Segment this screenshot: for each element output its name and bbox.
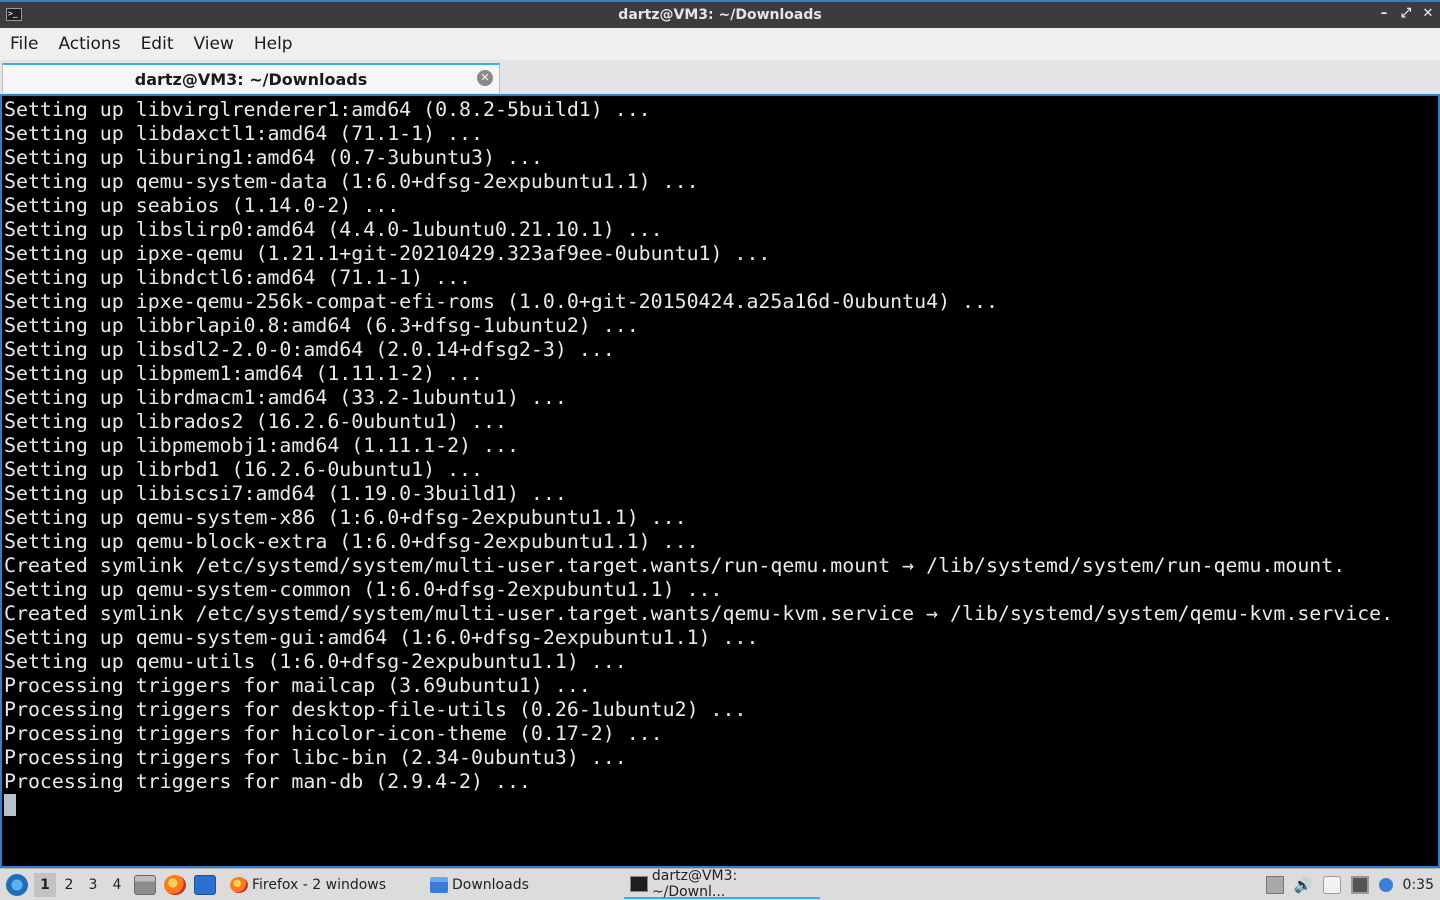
desktop-4-button[interactable]: 4 (106, 873, 128, 897)
terminal-line: Setting up libpmem1:amd64 (1.11.1-2) ... (4, 362, 484, 385)
window-titlebar[interactable]: >_ dartz@VM3: ~/Downloads – ⤢ ✕ (0, 0, 1440, 28)
window-title: dartz@VM3: ~/Downloads (618, 7, 822, 23)
show-desktop-icon[interactable] (194, 874, 216, 895)
folder-icon (430, 876, 448, 893)
terminal-line: Setting up seabios (1.14.0-2) ... (4, 194, 400, 217)
tab-close-icon[interactable]: ✕ (477, 70, 493, 86)
application-menu-icon[interactable] (6, 873, 28, 896)
volume-icon[interactable]: 🔊 (1294, 876, 1313, 894)
terminal-line: Setting up libvirglrenderer1:amd64 (0.8.… (4, 98, 651, 121)
terminal-line: Setting up ipxe-qemu (1.21.1+git-2021042… (4, 242, 771, 265)
tab-label: dartz@VM3: ~/Downloads (134, 69, 368, 89)
menu-view[interactable]: View (193, 34, 233, 54)
tab-bar: dartz@VM3: ~/Downloads ✕ (0, 60, 1440, 94)
terminal-line: Processing triggers for man-db (2.9.4-2)… (4, 770, 531, 793)
terminal-line: Processing triggers for hicolor-icon-the… (4, 722, 663, 745)
terminal-line: Processing triggers for libc-bin (2.34-0… (4, 746, 627, 769)
terminal-line: Setting up libdaxctl1:amd64 (71.1-1) ... (4, 122, 484, 145)
terminal-line: Setting up qemu-block-extra (1:6.0+dfsg-… (4, 530, 699, 553)
menu-edit[interactable]: Edit (141, 34, 174, 54)
terminal-line: Setting up qemu-system-gui:amd64 (1:6.0+… (4, 626, 759, 649)
task-firefox[interactable]: Firefox - 2 windows (224, 871, 420, 899)
taskbar: 1 2 3 4 Firefox - 2 windows Downloads da… (0, 868, 1440, 900)
terminal-line: Setting up liburing1:amd64 (0.7-3ubuntu3… (4, 146, 543, 169)
minimize-button[interactable]: – (1378, 6, 1390, 21)
task-label: dartz@VM3: ~/Downl... (651, 867, 738, 900)
close-button[interactable]: ✕ (1422, 6, 1434, 21)
task-label: Downloads (452, 876, 529, 893)
terminal-line: Setting up librados2 (16.2.6-0ubuntu1) .… (4, 410, 507, 433)
terminal-line: Processing triggers for desktop-file-uti… (4, 698, 747, 721)
terminal-output[interactable]: Setting up libvirglrenderer1:amd64 (0.8.… (0, 94, 1440, 868)
terminal-icon (630, 875, 648, 892)
terminal-line: Setting up librbd1 (16.2.6-0ubuntu1) ... (4, 458, 484, 481)
terminal-line: Processing triggers for mailcap (3.69ubu… (4, 674, 591, 697)
system-tray: 🔊 0:35 (1265, 875, 1440, 894)
firefox-icon (230, 876, 248, 893)
clock[interactable]: 0:35 (1403, 877, 1434, 893)
terminal-line: Created symlink /etc/systemd/system/mult… (4, 602, 1394, 625)
menu-file[interactable]: File (10, 34, 38, 54)
task-terminal[interactable]: dartz@VM3: ~/Downl... (624, 867, 820, 900)
task-downloads[interactable]: Downloads (424, 871, 620, 899)
task-label: Firefox - 2 windows (252, 876, 387, 893)
network-icon[interactable] (1350, 875, 1369, 894)
terminal-line: Setting up qemu-system-common (1:6.0+dfs… (4, 578, 723, 601)
desktop-1-button[interactable]: 1 (34, 872, 56, 897)
terminal-line: Setting up qemu-utils (1:6.0+dfsg-2expub… (4, 650, 627, 673)
terminal-line: Setting up libndctl6:amd64 (71.1-1) ... (4, 266, 472, 289)
terminal-line: Setting up librdmacm1:amd64 (33.2-1ubunt… (4, 386, 567, 409)
terminal-prompt-line (4, 794, 1438, 818)
desktop-3-button[interactable]: 3 (82, 873, 104, 897)
terminal-line: Setting up libslirp0:amd64 (4.4.0-1ubunt… (4, 218, 663, 241)
terminal-line: Setting up libpmemobj1:amd64 (1.11.1-2) … (4, 434, 519, 457)
terminal-line: Setting up libbrlapi0.8:amd64 (6.3+dfsg-… (4, 314, 639, 337)
desktop-2-button[interactable]: 2 (58, 873, 80, 897)
menu-actions[interactable]: Actions (58, 34, 120, 54)
file-manager-launcher-icon[interactable] (134, 874, 156, 895)
terminal-line: Setting up qemu-system-data (1:6.0+dfsg-… (4, 170, 699, 193)
terminal-line: Created symlink /etc/systemd/system/mult… (4, 554, 1346, 577)
terminal-line: Setting up qemu-system-x86 (1:6.0+dfsg-2… (4, 506, 687, 529)
tray-expand-icon[interactable] (1265, 875, 1284, 894)
terminal-cursor (4, 794, 16, 816)
clipboard-icon[interactable] (1322, 875, 1341, 894)
update-notifier-icon[interactable] (1378, 877, 1393, 892)
terminal-tab[interactable]: dartz@VM3: ~/Downloads ✕ (2, 63, 500, 93)
maximize-button[interactable]: ⤢ (1400, 6, 1412, 21)
terminal-line: Setting up libiscsi7:amd64 (1.19.0-3buil… (4, 482, 567, 505)
menu-help[interactable]: Help (254, 34, 293, 54)
firefox-launcher-icon[interactable] (164, 874, 186, 895)
menu-bar: File Actions Edit View Help (0, 28, 1440, 60)
window-controls: – ⤢ ✕ (1378, 6, 1434, 21)
terminal-app-icon[interactable]: >_ (6, 8, 22, 21)
terminal-line: Setting up ipxe-qemu-256k-compat-efi-rom… (4, 290, 998, 313)
terminal-line: Setting up libsdl2-2.0-0:amd64 (2.0.14+d… (4, 338, 615, 361)
